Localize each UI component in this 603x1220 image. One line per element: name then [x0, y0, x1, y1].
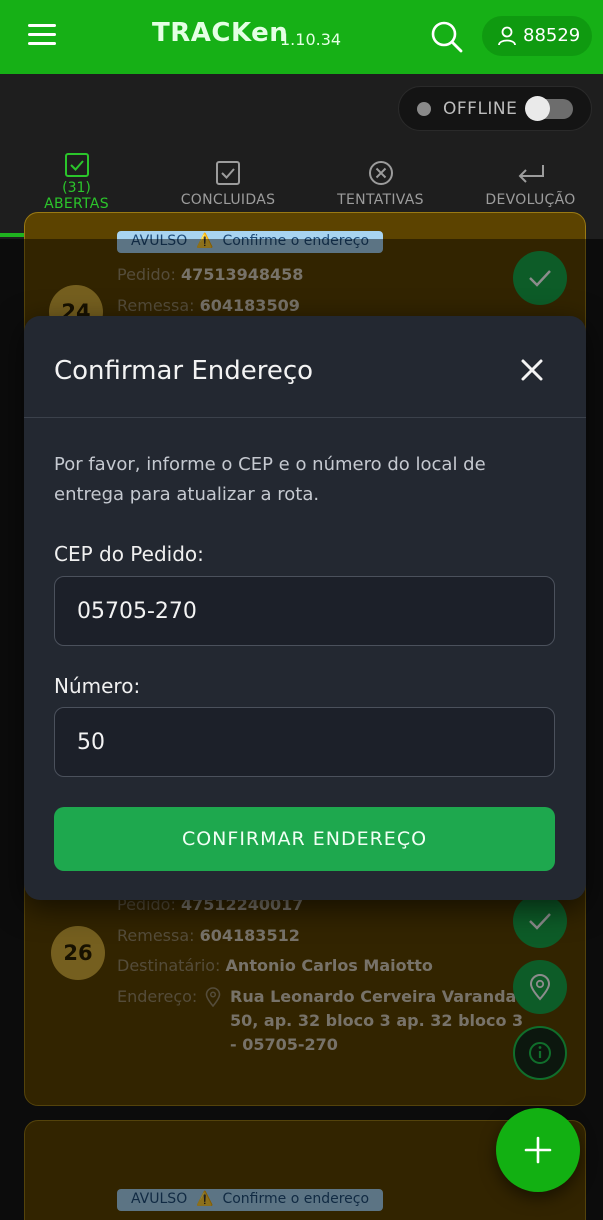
tab-label: TENTATIVAS [337, 192, 424, 208]
app-header: TRACKen 1.10.34 88529 [0, 0, 603, 74]
user-id: 88529 [523, 25, 581, 46]
numero-input[interactable] [54, 707, 555, 777]
check-square-icon [216, 161, 240, 185]
user-chip[interactable]: 88529 [482, 16, 592, 56]
status-dot [417, 102, 431, 116]
cep-label: CEP do Pedido: [54, 542, 204, 566]
cep-input[interactable] [54, 576, 555, 646]
hamburger-icon[interactable] [28, 24, 56, 46]
offline-label: OFFLINE [443, 99, 518, 119]
close-icon[interactable] [518, 356, 546, 384]
tab-label: ABERTAS [44, 196, 109, 212]
confirm-address-modal: Confirmar Endereço Por favor, informe o … [24, 316, 586, 900]
tab-label: CONCLUIDAS [180, 192, 276, 208]
app-version: 1.10.34 [280, 30, 342, 49]
tab-label: DEVOLUÇÃO [485, 192, 576, 208]
user-icon [498, 26, 516, 50]
check-square-icon [64, 153, 89, 177]
close-circle-icon [368, 161, 393, 185]
offline-switch[interactable] [525, 96, 573, 121]
return-arrow-icon [518, 165, 544, 183]
modal-divider [24, 417, 586, 418]
tab-count: (31) [62, 180, 91, 196]
confirm-address-button[interactable]: CONFIRMAR ENDEREÇO [54, 807, 555, 871]
offline-toggle[interactable]: OFFLINE [398, 86, 592, 131]
plus-icon[interactable] [496, 1108, 580, 1192]
modal-description: Por favor, informe o CEP e o número do l… [54, 454, 486, 505]
numero-label: Número: [54, 674, 141, 698]
search-icon[interactable] [430, 20, 464, 54]
app-title: TRACKen [152, 18, 289, 48]
modal-title: Confirmar Endereço [54, 356, 314, 386]
